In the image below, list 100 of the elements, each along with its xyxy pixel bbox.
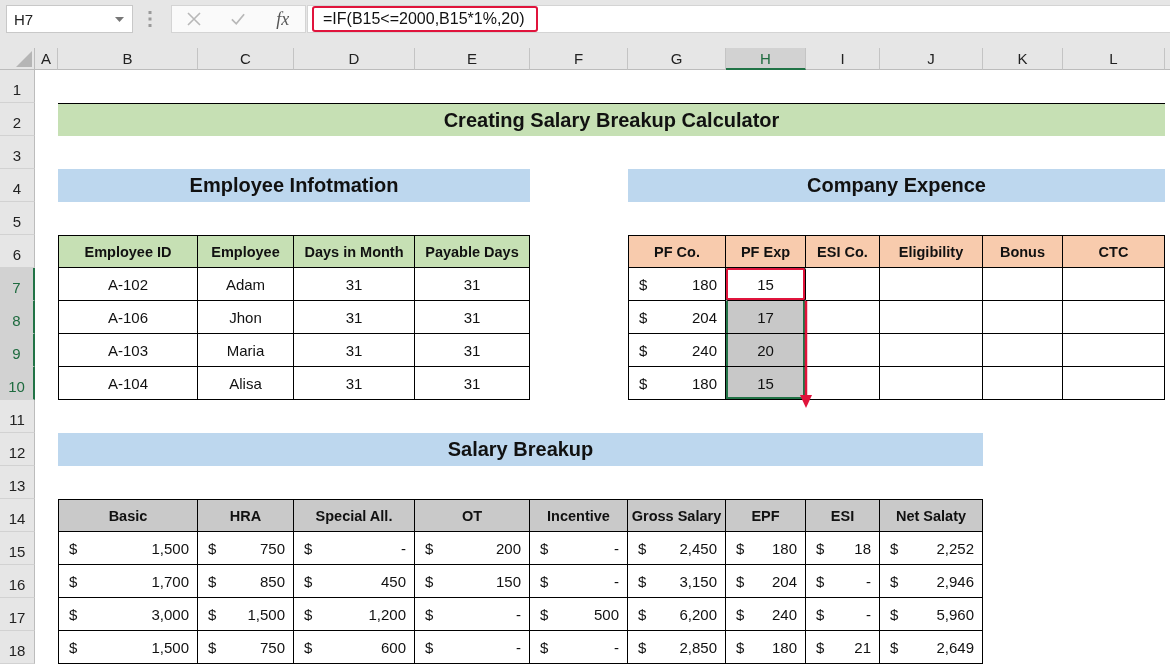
table-header: EPF	[726, 500, 806, 532]
table-cell: $ 600	[294, 631, 415, 664]
table-cell: Jhon	[198, 301, 294, 334]
table-cell: $ 500	[530, 598, 628, 631]
table-cell: $ 1,500	[59, 631, 198, 664]
table-cell: $ 240	[726, 598, 806, 631]
table-cell: 15	[726, 268, 806, 301]
row-header[interactable]: 3	[0, 136, 35, 169]
table-cell: $ 5,960	[880, 598, 983, 631]
row-header[interactable]: 8	[0, 301, 35, 334]
table-cell: $ 150	[415, 565, 530, 598]
table-cell: 15	[726, 367, 806, 400]
formula-field[interactable]: =IF(B15<=2000,B15*1%,20)	[307, 5, 1170, 33]
table-cell: 20	[726, 334, 806, 367]
row-header[interactable]: 13	[0, 466, 35, 499]
table-header: Eligibility	[880, 236, 983, 268]
column-header[interactable]: A	[35, 48, 58, 70]
table-header: PF Co.	[629, 236, 726, 268]
sheet-title: Creating Salary Breakup Calculator	[58, 103, 1165, 136]
table-cell: $ 1,500	[198, 598, 294, 631]
table-cell: $ -	[530, 532, 628, 565]
table-cell: $ 850	[198, 565, 294, 598]
table-cell: $ 2,649	[880, 631, 983, 664]
table-cell: $ -	[415, 631, 530, 664]
row-header[interactable]: 14	[0, 499, 35, 532]
table-cell: $ 2,850	[628, 631, 726, 664]
row-header[interactable]: 5	[0, 202, 35, 235]
table-cell: Maria	[198, 334, 294, 367]
row-header[interactable]: 10	[0, 367, 35, 400]
section-title: Company Expence	[628, 169, 1165, 202]
table-cell: 31	[415, 367, 530, 400]
column-header[interactable]: B	[58, 48, 198, 70]
column-header[interactable]: F	[530, 48, 628, 70]
row-header[interactable]: 6	[0, 235, 35, 268]
triangle-icon	[16, 51, 32, 67]
table-header: ESI Co.	[806, 236, 880, 268]
insert-function-button[interactable]: fx	[260, 6, 305, 32]
table-cell: $ 1,200	[294, 598, 415, 631]
table-cell: $ 3,000	[59, 598, 198, 631]
column-header[interactable]: G	[628, 48, 726, 70]
row-header[interactable]: 17	[0, 598, 35, 631]
table-cell: $ -	[294, 532, 415, 565]
table-header: HRA	[198, 500, 294, 532]
table-header: Bonus	[983, 236, 1063, 268]
table-cell: A-104	[59, 367, 198, 400]
column-header[interactable]: J	[880, 48, 983, 70]
table-header: Days in Month	[294, 236, 415, 268]
column-header[interactable]: C	[198, 48, 294, 70]
column-header[interactable]: L	[1063, 48, 1165, 70]
table-cell: A-102	[59, 268, 198, 301]
name-box[interactable]: H7	[6, 5, 133, 33]
table-cell: $ 750	[198, 532, 294, 565]
row-header[interactable]: 18	[0, 631, 35, 664]
column-header[interactable]: E	[415, 48, 530, 70]
table-cell: $ 1,500	[59, 532, 198, 565]
row-header[interactable]: 4	[0, 169, 35, 202]
table-cell: Alisa	[198, 367, 294, 400]
column-header[interactable]: H	[726, 48, 806, 70]
vertical-dots-icon	[148, 11, 152, 27]
row-header[interactable]: 9	[0, 334, 35, 367]
row-header[interactable]: 16	[0, 565, 35, 598]
column-header[interactable]: K	[983, 48, 1063, 70]
table-cell: $ 2,946	[880, 565, 983, 598]
section-title: Salary Breakup	[58, 433, 983, 466]
row-header[interactable]: 1	[0, 70, 35, 103]
row-header[interactable]: 12	[0, 433, 35, 466]
table-cell: $ -	[806, 598, 880, 631]
table-header: ESI	[806, 500, 880, 532]
row-header[interactable]: 7	[0, 268, 35, 301]
table-cell: $ -	[530, 631, 628, 664]
row-header[interactable]: 11	[0, 400, 35, 433]
table-cell: $ 6,200	[628, 598, 726, 631]
table-cell: 31	[415, 334, 530, 367]
caret-icon	[115, 16, 124, 22]
row-header[interactable]: 15	[0, 532, 35, 565]
table-cell: $ 180	[629, 268, 726, 301]
table-header: PF Exp	[726, 236, 806, 268]
formula-text: =IF(B15<=2000,B15*1%,20)	[312, 6, 539, 32]
table-cell: 31	[294, 367, 415, 400]
table-cell: $ -	[806, 565, 880, 598]
table-header: Gross Salary	[628, 500, 726, 532]
column-header[interactable]: D	[294, 48, 415, 70]
table-header: Incentive	[530, 500, 628, 532]
table-cell: $ 204	[726, 565, 806, 598]
select-all-button[interactable]	[0, 48, 35, 70]
table-header: Payable Days	[415, 236, 530, 268]
table-header: Employee	[198, 236, 294, 268]
table-cell: $ -	[415, 598, 530, 631]
column-header[interactable]: I	[806, 48, 880, 70]
table-cell: 31	[294, 268, 415, 301]
table-cell: $ 2,450	[628, 532, 726, 565]
table-cell: 31	[294, 334, 415, 367]
table-cell: 17	[726, 301, 806, 334]
table-cell: $ 21	[806, 631, 880, 664]
row-header[interactable]: 2	[0, 103, 35, 136]
table-header: OT	[415, 500, 530, 532]
table-cell: $ -	[530, 565, 628, 598]
table-header: Employee ID	[59, 236, 198, 268]
table-cell: 31	[415, 268, 530, 301]
table-cell: $ 3,150	[628, 565, 726, 598]
